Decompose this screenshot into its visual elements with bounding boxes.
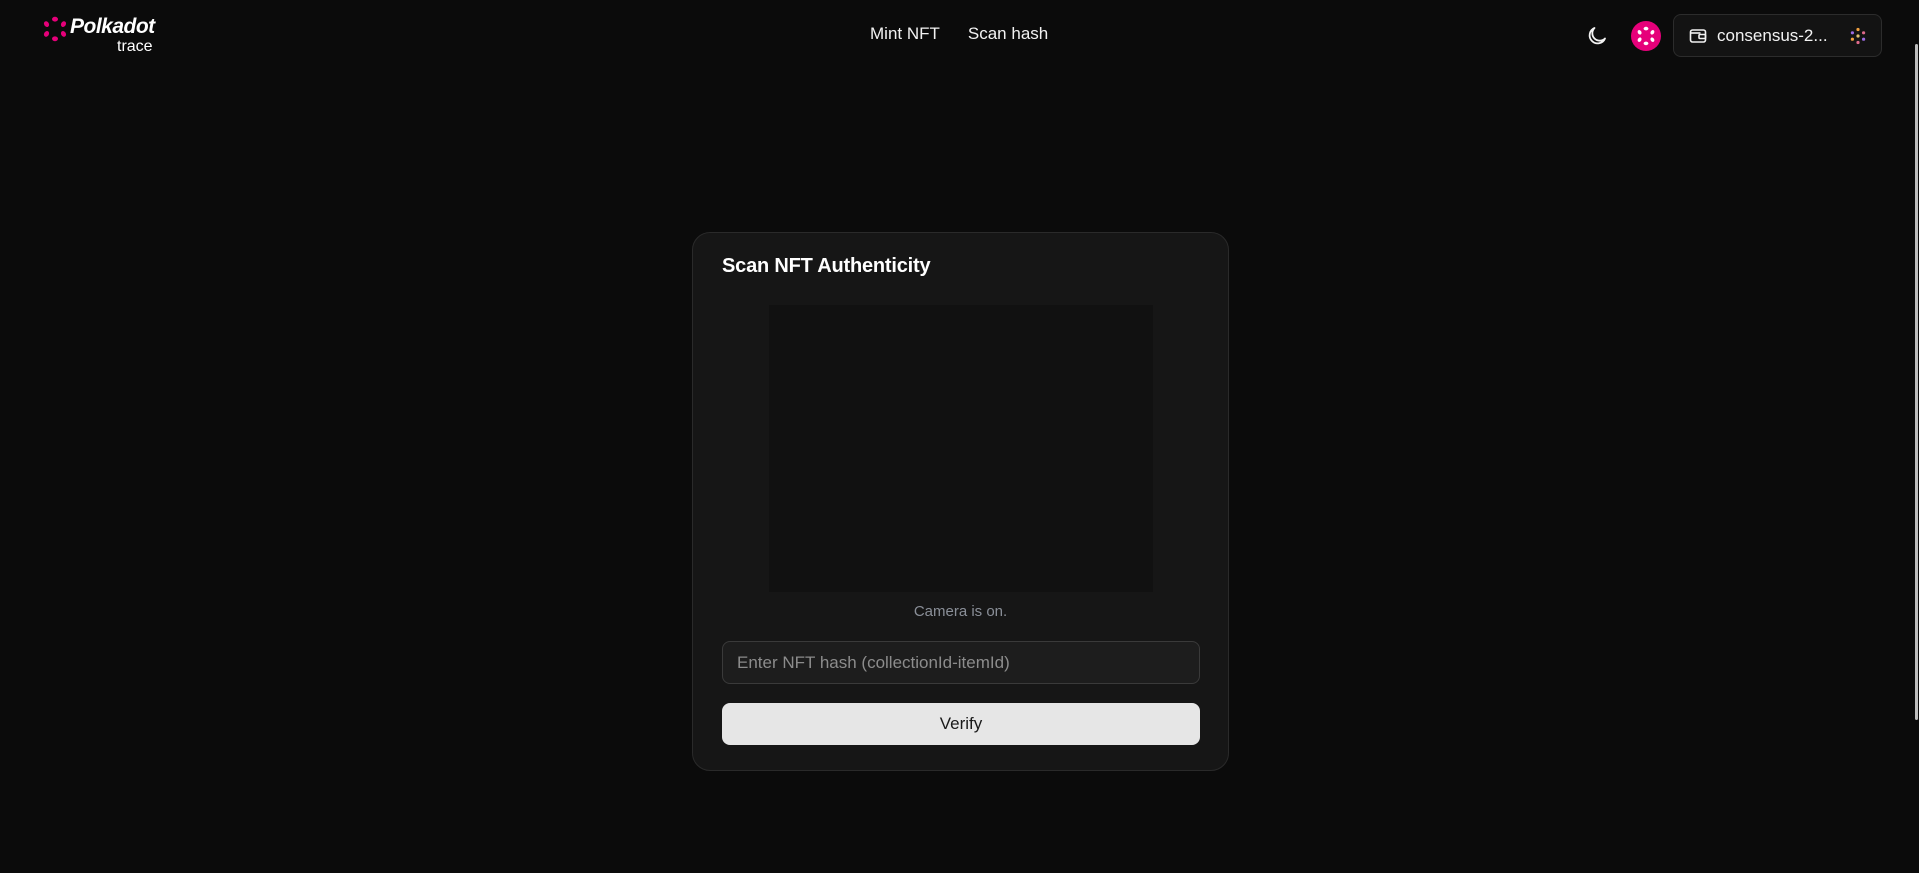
polkadot-trace-logo[interactable]: Polkadot trace bbox=[42, 14, 162, 58]
moon-icon bbox=[1588, 27, 1606, 45]
nav-mint-nft[interactable]: Mint NFT bbox=[870, 24, 940, 44]
verify-button[interactable]: Verify bbox=[722, 703, 1200, 745]
app-header: Polkadot trace Mint NFT Scan hash consen… bbox=[0, 0, 1919, 72]
polkadot-icon bbox=[1637, 26, 1655, 46]
camera-status-text: Camera is on. bbox=[913, 603, 1008, 620]
scrollbar-thumb[interactable] bbox=[1915, 44, 1918, 720]
scan-nft-card: Scan NFT Authenticity Camera is on. Veri… bbox=[692, 232, 1229, 771]
nft-hash-input[interactable] bbox=[722, 641, 1200, 684]
nav-scan-hash[interactable]: Scan hash bbox=[968, 24, 1048, 44]
logo-wordmark: Polkadot bbox=[70, 15, 155, 38]
wallet-account-button[interactable]: consensus-2... bbox=[1673, 14, 1882, 57]
wallet-account-label: consensus-2... bbox=[1717, 25, 1828, 45]
polkadot-logo-icon bbox=[43, 16, 67, 42]
camera-preview bbox=[769, 305, 1153, 592]
theme-toggle-button[interactable] bbox=[1585, 24, 1609, 48]
wallet-icon bbox=[1689, 28, 1707, 43]
main-nav: Mint NFT Scan hash bbox=[870, 24, 1048, 44]
identicon-icon bbox=[1850, 27, 1866, 44]
network-selector-button[interactable] bbox=[1631, 21, 1661, 51]
logo-subtitle: trace bbox=[117, 38, 153, 55]
card-title: Scan NFT Authenticity bbox=[722, 255, 931, 277]
